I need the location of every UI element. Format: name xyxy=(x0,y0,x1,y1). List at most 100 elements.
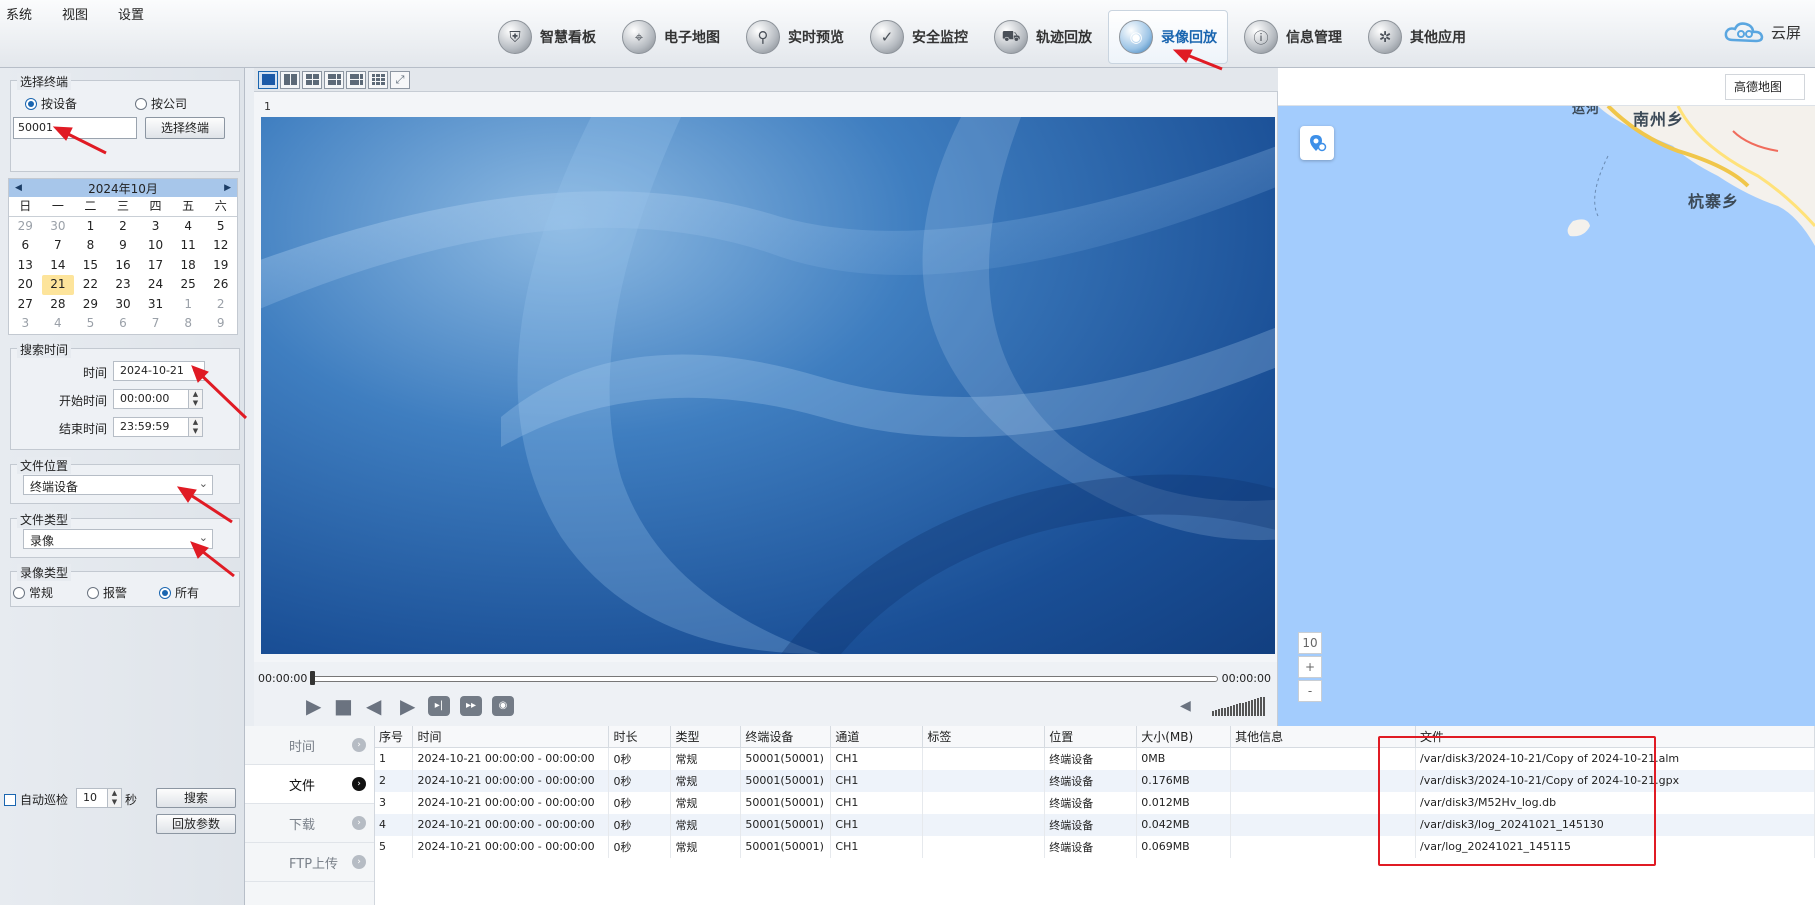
nav-tab-3[interactable]: ✓ 安全监控 xyxy=(860,10,978,64)
map-canvas[interactable]: 南州乡 杭寨乡 运河 10 + - xyxy=(1278,106,1815,726)
bottom-tab-3[interactable]: FTP上传 › xyxy=(245,843,374,882)
prev-month-icon[interactable]: ◀ xyxy=(15,183,22,193)
calendar-day[interactable]: 21 xyxy=(41,275,75,295)
menu-system[interactable]: 系统 xyxy=(6,4,32,23)
table-row[interactable]: 1 2024-10-21 00:00:00 - 00:00:00 0秒 常规 50001… xyxy=(375,747,1815,770)
calendar-day[interactable]: 5 xyxy=(74,314,107,334)
terminal-input[interactable]: 50001 xyxy=(13,117,137,139)
play-icon[interactable]: ▶ xyxy=(306,696,321,716)
calendar-day[interactable]: 29 xyxy=(74,295,107,315)
table-header-cell[interactable]: 类型 xyxy=(670,726,742,748)
calendar-day[interactable]: 18 xyxy=(172,256,205,276)
fast-forward-icon[interactable]: ▶ xyxy=(400,696,415,716)
calendar-day[interactable]: 6 xyxy=(107,314,140,334)
file-type-select[interactable]: 录像 ⌄ xyxy=(23,529,213,549)
calendar-day[interactable]: 15 xyxy=(74,256,107,276)
calendar-day[interactable]: 8 xyxy=(172,314,205,334)
calendar-day[interactable]: 12 xyxy=(204,236,237,256)
table-header-cell[interactable]: 序号 xyxy=(375,726,414,748)
calendar-day[interactable]: 2 xyxy=(107,217,140,237)
calendar-day[interactable]: 20 xyxy=(9,275,42,295)
calendar-day[interactable]: 30 xyxy=(42,217,75,237)
table-row[interactable]: 5 2024-10-21 00:00:00 - 00:00:00 0秒 常规 50001… xyxy=(375,835,1815,858)
frame-step-icon[interactable]: ▸▸ xyxy=(460,696,482,716)
locate-button[interactable] xyxy=(1300,126,1334,160)
calendar-day[interactable]: 23 xyxy=(107,275,140,295)
bottom-tab-0[interactable]: 时间 › xyxy=(245,726,374,765)
calendar-day[interactable]: 14 xyxy=(42,256,75,276)
map-type-select[interactable]: 高德地图 xyxy=(1725,74,1805,100)
table-header-cell[interactable]: 位置 xyxy=(1044,726,1138,748)
layout-4-button[interactable] xyxy=(302,70,322,89)
calendar-day[interactable]: 28 xyxy=(42,295,75,315)
radio-by-device[interactable]: 按设备 xyxy=(25,95,77,112)
progress-track[interactable] xyxy=(312,676,1218,682)
calendar-day[interactable]: 19 xyxy=(204,256,237,276)
calendar-day[interactable]: 9 xyxy=(204,314,237,334)
table-header-cell[interactable]: 时间 xyxy=(412,726,610,748)
stop-icon[interactable]: ■ xyxy=(334,696,353,716)
calendar-day[interactable]: 31 xyxy=(139,295,172,315)
table-row[interactable]: 2 2024-10-21 00:00:00 - 00:00:00 0秒 常规 50001… xyxy=(375,769,1815,792)
calendar-day[interactable]: 30 xyxy=(107,295,140,315)
nav-tab-2[interactable]: ⚲ 实时预览 xyxy=(736,10,854,64)
layout-1-button[interactable] xyxy=(258,70,278,89)
volume-speaker-icon[interactable]: ◀ xyxy=(1180,696,1191,716)
start-time-input[interactable]: 00:00:00 ▲ ▼ xyxy=(113,389,203,409)
calendar-day[interactable]: 24 xyxy=(139,275,172,295)
calendar-day[interactable]: 7 xyxy=(139,314,172,334)
fullscreen-button[interactable]: ⤢ xyxy=(390,70,410,89)
file-location-select[interactable]: 终端设备 ⌄ xyxy=(23,475,213,495)
zoom-in-button[interactable]: + xyxy=(1298,656,1322,678)
radio-by-company[interactable]: 按公司 xyxy=(135,95,187,112)
bottom-tab-2[interactable]: 下载 › xyxy=(245,804,374,843)
calendar-day[interactable]: 26 xyxy=(204,275,237,295)
playback-params-button[interactable]: 回放参数 xyxy=(156,814,236,834)
table-header-cell[interactable]: 终端设备 xyxy=(740,726,832,748)
zoom-out-button[interactable]: - xyxy=(1298,680,1322,702)
nav-tab-0[interactable]: ⛨ 智慧看板 xyxy=(488,10,606,64)
calendar-day[interactable]: 6 xyxy=(9,236,42,256)
video-window[interactable] xyxy=(261,117,1275,654)
calendar-day[interactable]: 10 xyxy=(139,236,172,256)
radio-record-regular[interactable]: 常规 xyxy=(13,584,53,601)
spinner-icon[interactable]: ▲ ▼ xyxy=(107,789,121,807)
menu-settings[interactable]: 设置 xyxy=(118,4,144,23)
bottom-tab-1[interactable]: 文件 › xyxy=(245,765,374,804)
menu-view[interactable]: 视图 xyxy=(62,4,88,23)
calendar-day[interactable]: 8 xyxy=(74,236,107,256)
calendar-day[interactable]: 1 xyxy=(172,295,205,315)
calendar-day[interactable]: 17 xyxy=(139,256,172,276)
calendar-day[interactable]: 3 xyxy=(9,314,42,334)
patrol-interval-input[interactable]: 10 ▲ ▼ xyxy=(76,788,122,808)
calendar-day[interactable]: 13 xyxy=(9,256,42,276)
nav-tab-5[interactable]: ◉ 录像回放 xyxy=(1108,10,1228,64)
spinner-icon[interactable]: ▲ ▼ xyxy=(188,390,202,408)
layout-6-button[interactable] xyxy=(324,70,344,89)
volume-bar[interactable] xyxy=(1212,696,1265,716)
layout-8-button[interactable] xyxy=(346,70,366,89)
radio-record-alarm[interactable]: 报警 xyxy=(87,584,127,601)
calendar-day[interactable]: 22 xyxy=(74,275,107,295)
table-row[interactable]: 3 2024-10-21 00:00:00 - 00:00:00 0秒 常规 50001… xyxy=(375,791,1815,814)
end-time-input[interactable]: 23:59:59 ▲ ▼ xyxy=(113,417,203,437)
spinner-icon[interactable]: ▲ ▼ xyxy=(188,418,202,436)
table-header-cell[interactable]: 标签 xyxy=(922,726,1046,748)
table-header-cell[interactable]: 时长 xyxy=(608,726,672,748)
nav-tab-7[interactable]: ✲ 其他应用 xyxy=(1358,10,1476,64)
table-row[interactable]: 4 2024-10-21 00:00:00 - 00:00:00 0秒 常规 50001… xyxy=(375,813,1815,836)
step-forward-icon[interactable]: ▸| xyxy=(428,696,450,716)
date-picker[interactable]: 2024-10-21 ⌄ xyxy=(113,361,205,381)
calendar-day[interactable]: 3 xyxy=(139,217,172,237)
nav-tab-4[interactable]: ⛟ 轨迹回放 xyxy=(984,10,1102,64)
auto-patrol-checkbox[interactable]: 自动巡检 xyxy=(4,791,68,808)
snapshot-camera-icon[interactable]: ◉ xyxy=(492,696,514,716)
table-header-cell[interactable]: 文件 xyxy=(1415,726,1815,748)
slow-backward-icon[interactable]: ◀ xyxy=(366,696,381,716)
radio-record-all[interactable]: 所有 xyxy=(159,584,199,601)
search-button[interactable]: 搜索 xyxy=(156,788,236,808)
calendar-day[interactable]: 5 xyxy=(204,217,237,237)
calendar-day[interactable]: 11 xyxy=(172,236,205,256)
calendar-day[interactable]: 7 xyxy=(42,236,75,256)
calendar-day[interactable]: 27 xyxy=(9,295,42,315)
